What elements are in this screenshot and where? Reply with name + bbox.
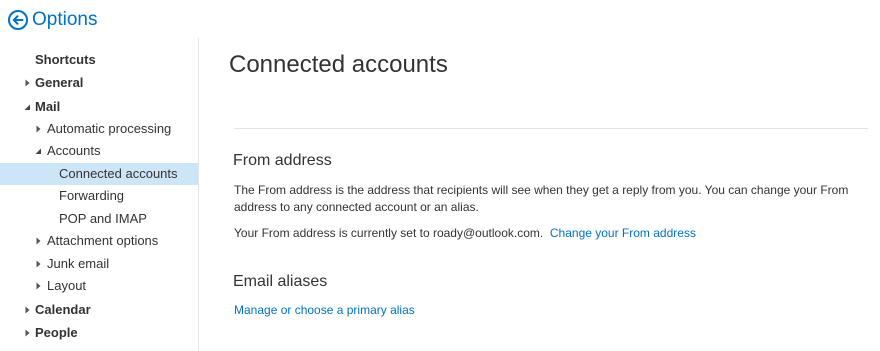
title-divider (234, 128, 868, 129)
collapsed-triangle-icon[interactable] (33, 118, 43, 140)
change-from-address-link[interactable]: Change your From address (550, 226, 696, 240)
sidebar-item-general[interactable]: General (0, 72, 198, 94)
options-sidebar: Shortcuts General Mail Automatic processing… (0, 38, 199, 351)
from-address-heading: From address (233, 152, 332, 169)
sidebar-item-attachment-options[interactable]: Attachment options (0, 230, 198, 252)
sidebar-item-label: Layout (47, 278, 87, 293)
expanded-triangle-icon[interactable] (22, 96, 32, 118)
page-title: Connected accounts (229, 51, 448, 78)
sidebar-item-label: Forwarding (59, 188, 125, 203)
collapsed-triangle-icon[interactable] (33, 230, 43, 252)
from-address-description: The From address is the address that rec… (234, 183, 849, 214)
expanded-triangle-icon[interactable] (33, 140, 43, 162)
sidebar-item-people[interactable]: People (0, 322, 198, 344)
collapsed-triangle-icon[interactable] (22, 299, 32, 321)
back-button[interactable] (8, 10, 28, 30)
collapsed-triangle-icon[interactable] (33, 253, 43, 275)
email-aliases-heading: Email aliases (233, 273, 328, 290)
sidebar-item-label: Calendar (35, 302, 91, 317)
from-address-current: Your From address is currently set to ro… (234, 226, 544, 240)
sidebar-item-label: POP and IMAP (59, 211, 147, 226)
options-header: Options (8, 8, 97, 32)
sidebar-item-label: Mail (35, 99, 61, 114)
sidebar-item-label: Automatic processing (47, 121, 172, 136)
sidebar-item-mail[interactable]: Mail (0, 96, 198, 118)
sidebar-item-shortcuts[interactable]: Shortcuts (0, 49, 198, 71)
sidebar-item-pop-and-imap[interactable]: POP and IMAP (0, 208, 198, 230)
sidebar-item-label: People (35, 325, 78, 340)
sidebar-item-label: Connected accounts (59, 166, 178, 181)
sidebar-item-calendar[interactable]: Calendar (0, 299, 198, 321)
aliases-link-row: Manage or choose a primary alias (234, 302, 854, 319)
collapsed-triangle-icon[interactable] (33, 275, 43, 297)
main-content: Connected accounts From address The From… (199, 0, 880, 351)
sidebar-item-label: Junk email (47, 256, 110, 271)
sidebar-item-accounts[interactable]: Accounts (0, 140, 198, 162)
sidebar-item-label: Attachment options (47, 233, 159, 248)
sidebar-item-label: Accounts (47, 143, 101, 158)
sidebar-item-connected-accounts[interactable]: Connected accounts (0, 163, 198, 185)
manage-alias-link[interactable]: Manage or choose a primary alias (234, 303, 415, 317)
sidebar-item-layout[interactable]: Layout (0, 275, 198, 297)
sidebar-item-label: Shortcuts (35, 52, 96, 67)
collapsed-triangle-icon[interactable] (22, 72, 32, 94)
sidebar-item-junk-email[interactable]: Junk email (0, 253, 198, 275)
arrow-left-circle-icon (12, 15, 24, 25)
sidebar-item-label: General (35, 75, 84, 90)
sidebar-item-forwarding[interactable]: Forwarding (0, 185, 198, 207)
sidebar-item-automatic-processing[interactable]: Automatic processing (0, 118, 198, 140)
from-address-status: Your From address is currently set to ro… (234, 225, 854, 242)
collapsed-triangle-icon[interactable] (22, 322, 32, 344)
options-title: Options (32, 9, 98, 30)
